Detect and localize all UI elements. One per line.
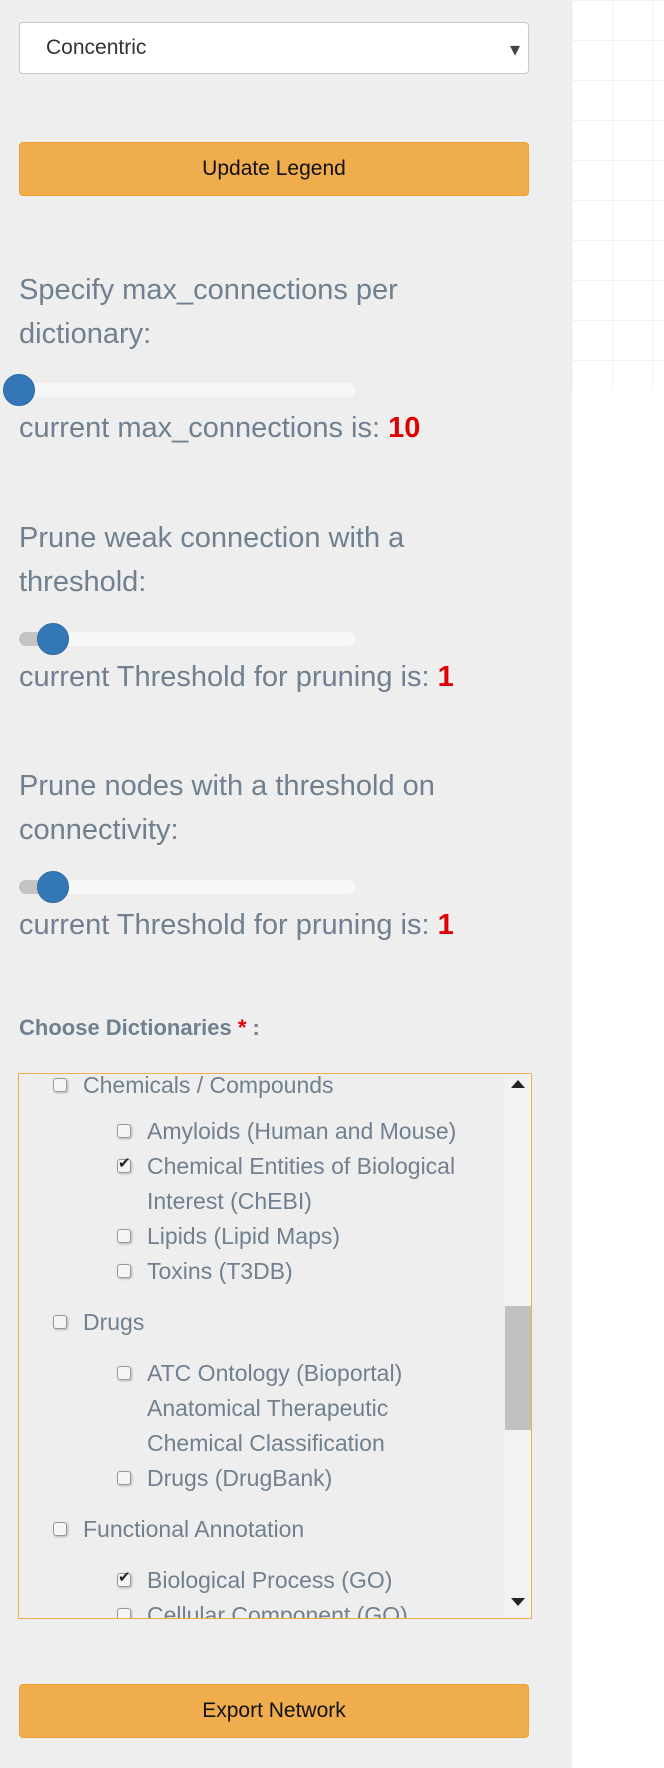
prune-nodes-current-label: current Threshold for pruning is: <box>19 909 430 941</box>
max-connections-value: 10 <box>388 412 421 444</box>
prune-weak-label: Prune weak connection with a threshold: <box>19 522 405 598</box>
scrollbar-thumb[interactable] <box>505 1306 531 1430</box>
update-legend-button[interactable]: Update Legend <box>19 142 529 196</box>
choose-dictionaries-text: Choose Dictionaries <box>19 1015 232 1040</box>
item-label-drugbank: Drugs (DrugBank) <box>147 1465 333 1491</box>
control-panel: Concentric ▾ Update Legend Specify max_c… <box>0 0 572 1768</box>
item-checkbox-chebi[interactable] <box>117 1154 131 1173</box>
item-label-lipids: Lipids (Lipid Maps) <box>147 1223 341 1249</box>
item-checkbox-biological-process[interactable] <box>117 1568 131 1587</box>
group-label-drugs: Drugs <box>83 1309 145 1335</box>
prune-weak-value: 1 <box>437 661 454 693</box>
layout-select-value: Concentric <box>46 36 147 59</box>
prune-nodes-label: Prune nodes with a threshold on connecti… <box>19 770 435 846</box>
choose-dictionaries-colon: : <box>252 1015 260 1040</box>
item-label-chebi: Chemical Entities of Biological Interest… <box>147 1153 456 1214</box>
prune-weak-slider-handle[interactable] <box>37 623 69 655</box>
dictionaries-list[interactable]: Chemicals / Compounds Amyloids (Human an… <box>18 1073 532 1619</box>
item-checkbox-drugbank[interactable] <box>117 1471 131 1485</box>
group-label-functional: Functional Annotation <box>83 1516 305 1542</box>
chevron-down-icon: ▾ <box>509 39 520 61</box>
max-connections-current-label: current max_connections is: <box>19 412 381 444</box>
scroll-up-arrow-icon[interactable] <box>511 1080 525 1088</box>
item-label-cellular-component: Cellular Component (GO) <box>147 1602 408 1619</box>
item-checkbox-atc[interactable] <box>117 1366 131 1380</box>
prune-nodes-slider-handle[interactable] <box>37 871 69 903</box>
scroll-down-arrow-icon[interactable] <box>511 1598 525 1606</box>
item-label-biological-process: Biological Process (GO) <box>147 1567 393 1593</box>
prune-nodes-value: 1 <box>437 909 454 941</box>
layout-select[interactable]: Concentric ▾ <box>19 22 529 74</box>
dictionaries-scrollbar[interactable] <box>505 1074 531 1618</box>
group-label-chemicals: Chemicals / Compounds <box>83 1073 334 1098</box>
export-network-button[interactable]: Export Network <box>19 1684 529 1738</box>
max-connections-slider[interactable] <box>3 374 355 406</box>
item-label-toxins: Toxins (T3DB) <box>147 1258 293 1284</box>
group-checkbox-chemicals[interactable] <box>53 1078 67 1092</box>
prune-weak-current: current Threshold for pruning is: 1 <box>19 661 454 694</box>
prune-nodes-slider[interactable] <box>19 871 355 903</box>
item-checkbox-toxins[interactable] <box>117 1264 131 1278</box>
max-connections-slider-handle[interactable] <box>3 374 35 406</box>
prune-weak-current-label: current Threshold for pruning is: <box>19 661 430 693</box>
prune-weak-slider[interactable] <box>19 623 355 655</box>
max-connections-current: current max_connections is: 10 <box>19 412 420 445</box>
choose-dictionaries-label: Choose Dictionaries * : <box>19 1015 260 1041</box>
item-checkbox-cellular-component[interactable] <box>117 1608 131 1618</box>
group-checkbox-drugs[interactable] <box>53 1315 67 1329</box>
item-checkbox-amyloids[interactable] <box>117 1124 131 1138</box>
network-canvas-area <box>572 0 664 390</box>
required-marker: * <box>237 1015 247 1040</box>
item-label-amyloids: Amyloids (Human and Mouse) <box>147 1118 457 1144</box>
item-label-atc: ATC Ontology (Bioportal) Anatomical Ther… <box>147 1360 403 1456</box>
group-checkbox-functional[interactable] <box>53 1522 67 1536</box>
item-checkbox-lipids[interactable] <box>117 1229 131 1243</box>
prune-nodes-current: current Threshold for pruning is: 1 <box>19 909 454 942</box>
max-connections-label: Specify max_connections per dictionary: <box>19 274 398 350</box>
